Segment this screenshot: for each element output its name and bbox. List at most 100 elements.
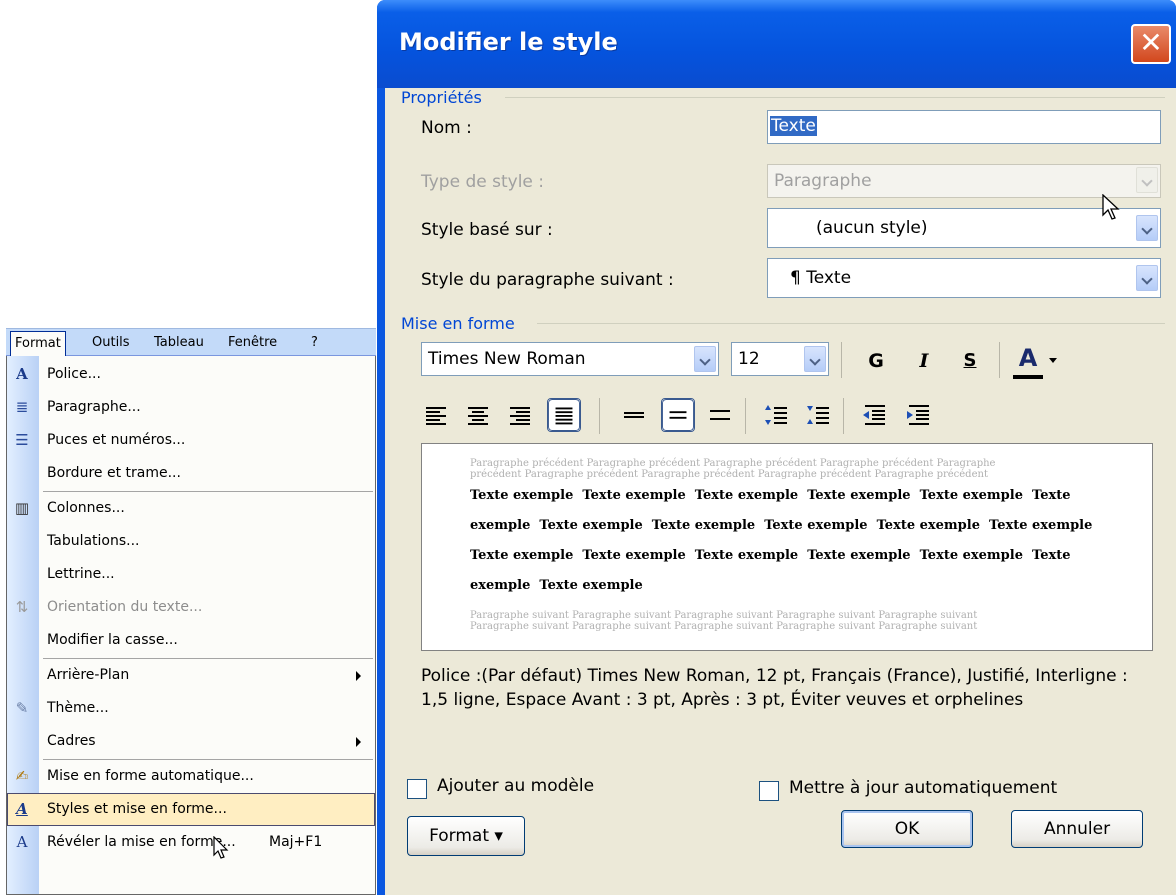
- based-on-label: Style basé sur :: [421, 220, 553, 240]
- toolbar-separator: [999, 342, 1000, 378]
- auto-update-checkbox[interactable]: [759, 781, 779, 801]
- menu-help[interactable]: ?: [311, 332, 318, 353]
- increase-spacing-icon[interactable]: [761, 400, 791, 430]
- menu-item-bordure[interactable]: Bordure et trame...: [7, 457, 375, 490]
- menu-item-colonnes[interactable]: ▥ Colonnes...: [7, 492, 375, 525]
- chevron-down-icon[interactable]: [804, 346, 826, 372]
- cancel-button[interactable]: Annuler: [1011, 810, 1143, 848]
- bold-button[interactable]: G: [861, 346, 891, 376]
- menu-item-label: Puces et numéros...: [47, 432, 186, 448]
- menu-item-label: Arrière-Plan: [47, 667, 130, 683]
- menu-item-arriere-plan[interactable]: Arrière-Plan: [7, 659, 375, 692]
- bullets-icon: ☰: [15, 431, 29, 449]
- menu-item-tabulations[interactable]: Tabulations...: [7, 525, 375, 558]
- style-preview: Paragraphe précédent Paragraphe précéden…: [421, 443, 1153, 651]
- menu-item-orientation: ⇅ Orientation du texte...: [7, 591, 375, 624]
- style-type-select: Paragraphe: [767, 164, 1161, 198]
- next-style-select[interactable]: ¶ Texte: [767, 258, 1161, 298]
- preview-next-paragraph: Paragraphe suivant Paragraphe suivant Pa…: [470, 621, 978, 632]
- toolbar-separator: [841, 342, 842, 378]
- dialog-body: Propriétés Nom : Texte Type de style : P…: [385, 88, 1176, 895]
- italic-button[interactable]: I: [909, 346, 939, 376]
- menu-item-label: Colonnes...: [47, 500, 125, 516]
- menu-item-label: Police...: [47, 366, 101, 382]
- align-left-icon[interactable]: [421, 400, 451, 430]
- reveal-formatting-icon: A: [16, 833, 28, 851]
- menu-item-paragraphe[interactable]: ≣ Paragraphe...: [7, 391, 375, 424]
- close-icon[interactable]: ✕: [1131, 24, 1171, 64]
- chevron-down-icon[interactable]: [694, 346, 716, 372]
- underline-button[interactable]: S: [955, 346, 985, 376]
- font-color-icon[interactable]: A: [1011, 342, 1045, 376]
- preview-sample-line: exemple Texte exemple Texte exemple Text…: [470, 518, 1093, 533]
- menu-item-reveler[interactable]: A Révéler la mise en forme... Maj+F1: [7, 826, 375, 859]
- menu-item-label: Mise en forme automatique...: [47, 768, 254, 784]
- font-name-select[interactable]: Times New Roman: [421, 342, 719, 376]
- preview-sample-line: exemple Texte exemple: [470, 578, 643, 593]
- one-half-spacing-icon[interactable]: [661, 398, 695, 432]
- name-field[interactable]: Texte: [767, 110, 1161, 144]
- double-spacing-icon[interactable]: [705, 400, 735, 430]
- increase-indent-icon[interactable]: [903, 400, 933, 430]
- align-right-icon[interactable]: [505, 400, 535, 430]
- next-style-value: ¶ Texte: [790, 268, 852, 288]
- menu-item-police[interactable]: A Police...: [7, 358, 375, 391]
- based-on-value: (aucun style): [816, 218, 928, 238]
- chevron-down-icon[interactable]: [1136, 215, 1158, 241]
- toolbar-separator: [745, 398, 746, 434]
- menu-item-mise-en-forme-auto[interactable]: ✍ Mise en forme automatique...: [7, 760, 375, 793]
- format-button[interactable]: Format ▾: [407, 816, 525, 856]
- caret-down-icon[interactable]: [1049, 358, 1059, 366]
- submenu-arrow-icon: [356, 671, 361, 681]
- toolbar-separator: [599, 398, 600, 434]
- text-direction-icon: ⇅: [15, 598, 29, 616]
- font-size-select[interactable]: 12: [731, 342, 829, 376]
- preview-sample-line: Texte exemple Texte exemple Texte exempl…: [470, 548, 1071, 563]
- menu-item-label: Styles et mise en forme...: [47, 801, 227, 817]
- name-label: Nom :: [421, 118, 472, 138]
- single-spacing-icon[interactable]: [619, 400, 649, 430]
- paragraph-icon: ≣: [15, 398, 29, 416]
- menu-outils[interactable]: Outils: [92, 332, 130, 353]
- align-center-icon[interactable]: [463, 400, 493, 430]
- menu-tableau[interactable]: Tableau: [154, 332, 204, 353]
- next-style-label: Style du paragraphe suivant :: [421, 270, 674, 290]
- style-type-value: Paragraphe: [774, 171, 872, 191]
- add-to-template-checkbox[interactable]: [407, 779, 427, 799]
- mouse-cursor-icon: [213, 836, 229, 859]
- chevron-down-icon: [1136, 167, 1158, 193]
- menu-item-label: Paragraphe...: [47, 399, 141, 415]
- menu-fenetre[interactable]: Fenêtre: [228, 332, 277, 353]
- add-to-template-label: Ajouter au modèle: [437, 776, 595, 796]
- menu-item-lettrine[interactable]: Lettrine...: [7, 558, 375, 591]
- style-type-label: Type de style :: [421, 172, 545, 192]
- menu-item-casse[interactable]: Modifier la casse...: [7, 624, 375, 657]
- autoformat-icon: ✍: [15, 767, 29, 785]
- ok-button[interactable]: OK: [841, 810, 973, 848]
- menu-format[interactable]: Format: [10, 331, 66, 357]
- auto-update-label: Mettre à jour automatiquement: [789, 778, 1058, 798]
- decrease-indent-icon[interactable]: [859, 400, 889, 430]
- menu-item-label: Révéler la mise en forme...: [47, 834, 236, 850]
- menu-item-label: Tabulations...: [47, 533, 140, 549]
- font-color-swatch: [1013, 375, 1043, 379]
- align-justify-icon[interactable]: [547, 398, 581, 432]
- dialog-titlebar: Modifier le style ✕: [377, 0, 1176, 88]
- columns-icon: ▥: [14, 499, 30, 517]
- menu-item-label: Thème...: [47, 700, 109, 716]
- formatting-group-label: Mise en forme: [401, 314, 515, 333]
- menu-item-cadres[interactable]: Cadres: [7, 725, 375, 758]
- font-name-value: Times New Roman: [428, 349, 586, 369]
- properties-group-label: Propriétés: [401, 88, 482, 107]
- decrease-spacing-icon[interactable]: [803, 400, 833, 430]
- menu-item-styles[interactable]: A Styles et mise en forme...: [7, 793, 375, 826]
- menu-item-label: Modifier la casse...: [47, 632, 178, 648]
- menu-item-label: Orientation du texte...: [47, 599, 203, 615]
- preview-previous-paragraph: précédent Paragraphe précédent Paragraph…: [470, 469, 988, 480]
- chevron-down-icon[interactable]: [1136, 265, 1158, 291]
- styles-icon: A: [16, 800, 28, 818]
- menu-item-theme[interactable]: ✎ Thème...: [7, 692, 375, 725]
- menu-item-puces[interactable]: ☰ Puces et numéros...: [7, 424, 375, 457]
- toolbar-separator: [843, 398, 844, 434]
- submenu-arrow-icon: [356, 737, 361, 747]
